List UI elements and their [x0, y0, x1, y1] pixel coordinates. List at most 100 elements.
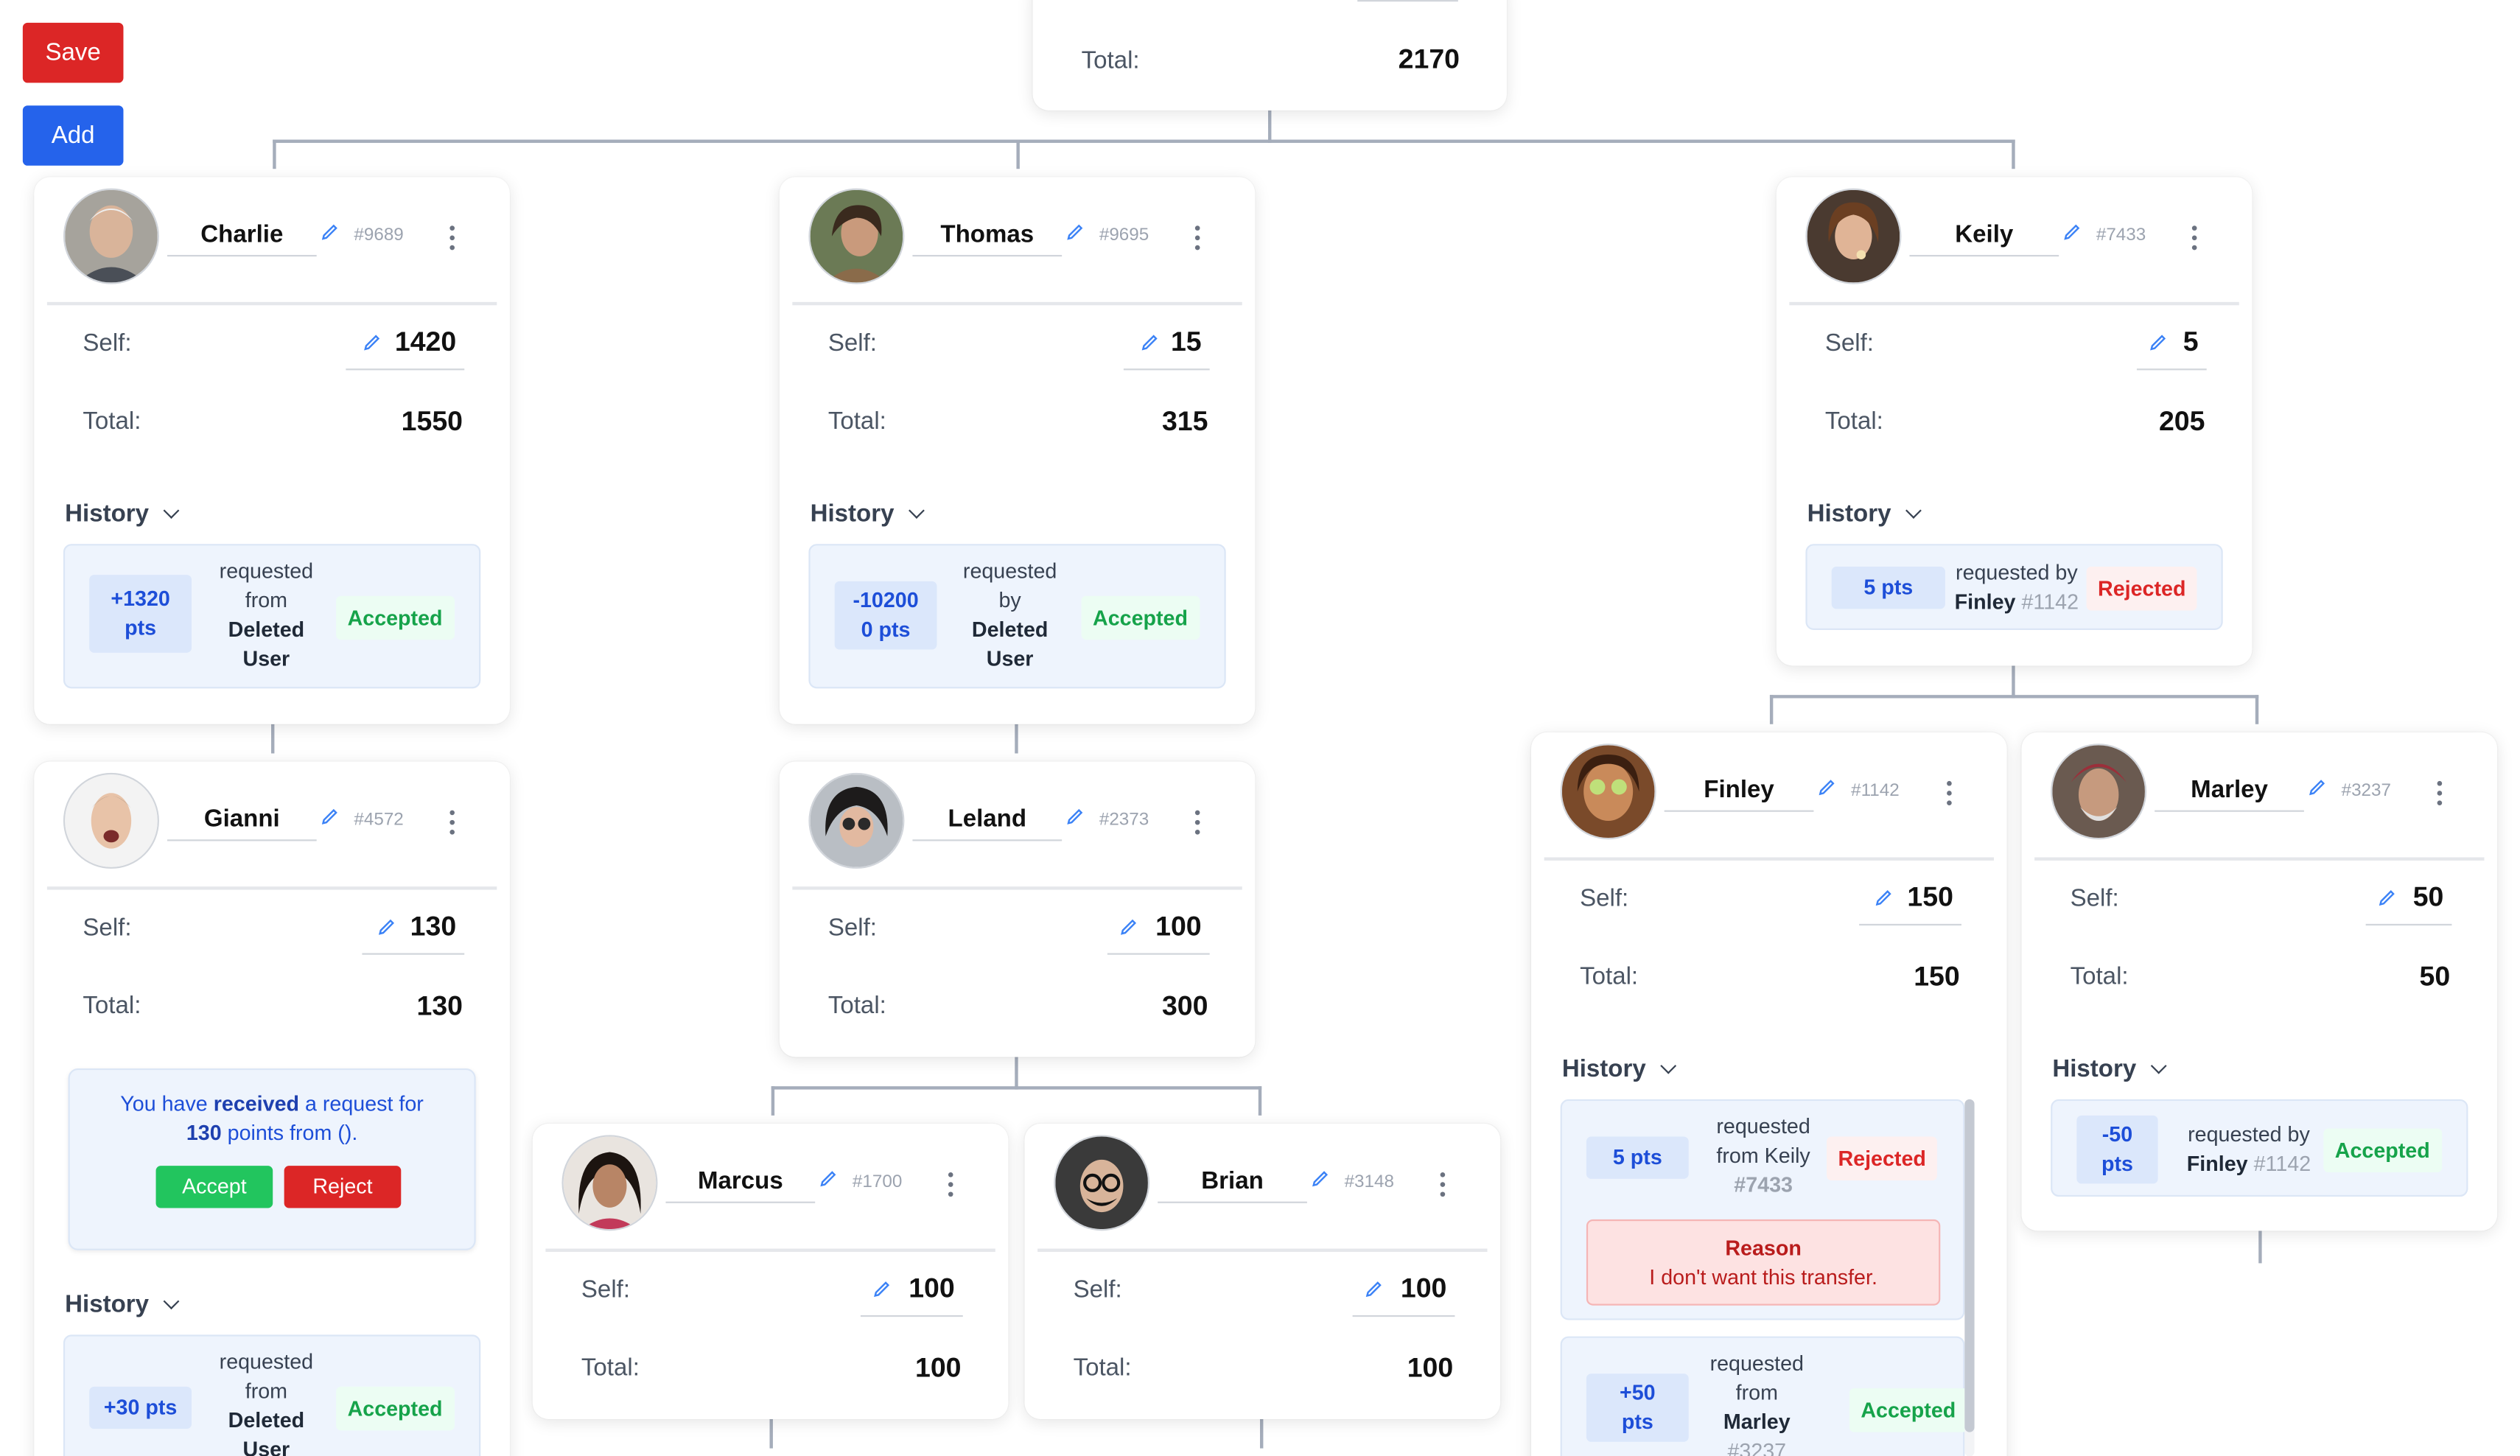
member-card-charlie: Charlie #9689 Self: 1420 Total: 1550 His…	[34, 177, 510, 724]
chevron-down-icon	[908, 503, 925, 519]
request-message-line1: You have received a request for	[120, 1091, 424, 1116]
pencil-icon[interactable]	[320, 807, 339, 826]
pencil-icon	[2148, 333, 2167, 352]
history-label: History	[1561, 1055, 1646, 1083]
chevron-down-icon	[1905, 503, 1922, 519]
total-value: 100	[915, 1352, 962, 1384]
total-value: 300	[1161, 990, 1208, 1022]
history-item: 5 pts requested from Keily #7433 Rejected …	[1560, 1099, 1965, 1320]
total-value: 50	[2419, 961, 2451, 993]
kebab-menu-icon[interactable]	[447, 810, 456, 840]
history-toggle[interactable]: History	[1807, 500, 1922, 528]
member-id: #9689	[354, 225, 404, 245]
history-description: requested from Keily #7433	[1716, 1113, 1810, 1197]
divider	[792, 886, 1242, 890]
member-name: Keily	[1909, 221, 2059, 257]
self-value: 5	[2183, 326, 2199, 357]
divider	[545, 1248, 995, 1252]
pencil-icon[interactable]	[1065, 223, 1085, 242]
total-value: 100	[1407, 1352, 1454, 1384]
add-button[interactable]: Add	[22, 105, 124, 166]
member-name: Marcus	[665, 1167, 816, 1203]
self-points-field[interactable]: 5	[2136, 326, 2207, 371]
member-id: #7433	[2096, 225, 2146, 245]
history-label: History	[65, 1290, 150, 1319]
self-points-field[interactable]: 100	[1107, 911, 1210, 955]
self-points-field[interactable]: 15	[1123, 326, 1210, 371]
kebab-menu-icon[interactable]	[1191, 810, 1201, 840]
total-value: 205	[2158, 405, 2205, 437]
avatar	[63, 188, 159, 284]
self-points-field[interactable]: 1420	[346, 326, 465, 371]
member-name: Charlie	[167, 221, 317, 257]
divider	[1544, 857, 1995, 861]
chevron-down-icon	[1659, 1057, 1676, 1074]
self-label: Self:	[827, 914, 877, 942]
pencil-icon[interactable]	[2062, 223, 2082, 242]
member-id: #1142	[1851, 780, 1900, 801]
self-points-field[interactable]: 130	[362, 911, 465, 955]
points-badge: +1320 pts	[89, 575, 192, 653]
chevron-down-icon	[162, 1293, 179, 1310]
pencil-icon[interactable]	[2307, 778, 2326, 797]
self-label: Self:	[83, 914, 132, 942]
history-item: -50 pts requested by Finley #1142 Accepted	[2051, 1099, 2468, 1197]
total-label: Total:	[581, 1354, 640, 1382]
history-item: +30 pts requested from Deleted User Accepte…	[63, 1334, 481, 1456]
history-scrollbar[interactable]	[1964, 1099, 1975, 1456]
history-toggle[interactable]: History	[65, 1290, 179, 1319]
self-points-field[interactable]: 100	[1352, 1273, 1455, 1317]
member-id: #4572	[354, 810, 404, 830]
pencil-icon	[1364, 1279, 1383, 1298]
kebab-menu-icon[interactable]	[1437, 1172, 1446, 1202]
pencil-icon	[2377, 888, 2396, 907]
pencil-icon[interactable]	[1310, 1169, 1329, 1189]
points-badge: -50 pts	[2076, 1115, 2158, 1184]
member-card-leland: Leland #2373 Self: 100 Total: 300	[779, 761, 1256, 1057]
kebab-menu-icon[interactable]	[1191, 225, 1201, 255]
history-description: requested from Deleted User	[219, 1349, 314, 1456]
pencil-icon	[362, 333, 381, 352]
self-points-field[interactable]: 100	[860, 1273, 963, 1317]
member-id: #9695	[1099, 225, 1149, 245]
member-id: #3237	[2341, 780, 2392, 801]
kebab-menu-icon[interactable]	[945, 1172, 954, 1202]
history-description: requested by Finley #1142	[1954, 560, 2079, 614]
divider	[46, 301, 497, 306]
kebab-menu-icon[interactable]	[1944, 780, 1953, 811]
avatar	[561, 1135, 658, 1231]
pencil-icon[interactable]	[320, 223, 339, 242]
member-card-brian: Brian #3148 Self: 100 Total: 100	[1024, 1123, 1501, 1419]
save-button[interactable]: Save	[22, 22, 124, 83]
divider	[792, 301, 1242, 306]
accept-request-button[interactable]: Accept	[155, 1166, 273, 1208]
self-value: 150	[1907, 881, 1953, 913]
self-points-field[interactable]: 50	[2365, 882, 2452, 926]
history-label: History	[1807, 500, 1891, 528]
pencil-icon	[377, 917, 396, 937]
self-points-field[interactable]: 150	[1859, 881, 1961, 926]
history-toggle[interactable]: History	[65, 500, 179, 528]
pencil-icon[interactable]	[1817, 778, 1836, 797]
history-toggle[interactable]: History	[810, 500, 925, 528]
scrollbar-thumb[interactable]	[1964, 1099, 1975, 1432]
kebab-menu-icon[interactable]	[2188, 225, 2198, 255]
avatar	[808, 772, 905, 869]
pencil-icon[interactable]	[1065, 807, 1085, 826]
self-label: Self:	[581, 1276, 631, 1304]
total-value: 315	[1161, 405, 1208, 437]
total-label: Total:	[83, 992, 141, 1020]
self-value: 100	[1400, 1273, 1447, 1304]
reject-request-button[interactable]: Reject	[284, 1166, 402, 1208]
member-card-marcus: Marcus #1700 Self: 100 Total: 100	[532, 1123, 1009, 1419]
history-toggle[interactable]: History	[1561, 1055, 1676, 1083]
pencil-icon[interactable]	[819, 1169, 838, 1189]
member-id: #2373	[1099, 810, 1149, 830]
history-toggle[interactable]: History	[2052, 1055, 2166, 1083]
self-value: 130	[410, 911, 457, 942]
kebab-menu-icon[interactable]	[2434, 780, 2443, 811]
kebab-menu-icon[interactable]	[447, 225, 456, 255]
self-label: Self:	[2070, 884, 2119, 913]
history-item: +50 pts requested from Marley #3237 Accepted	[1560, 1336, 1967, 1456]
history-label: History	[810, 500, 895, 528]
